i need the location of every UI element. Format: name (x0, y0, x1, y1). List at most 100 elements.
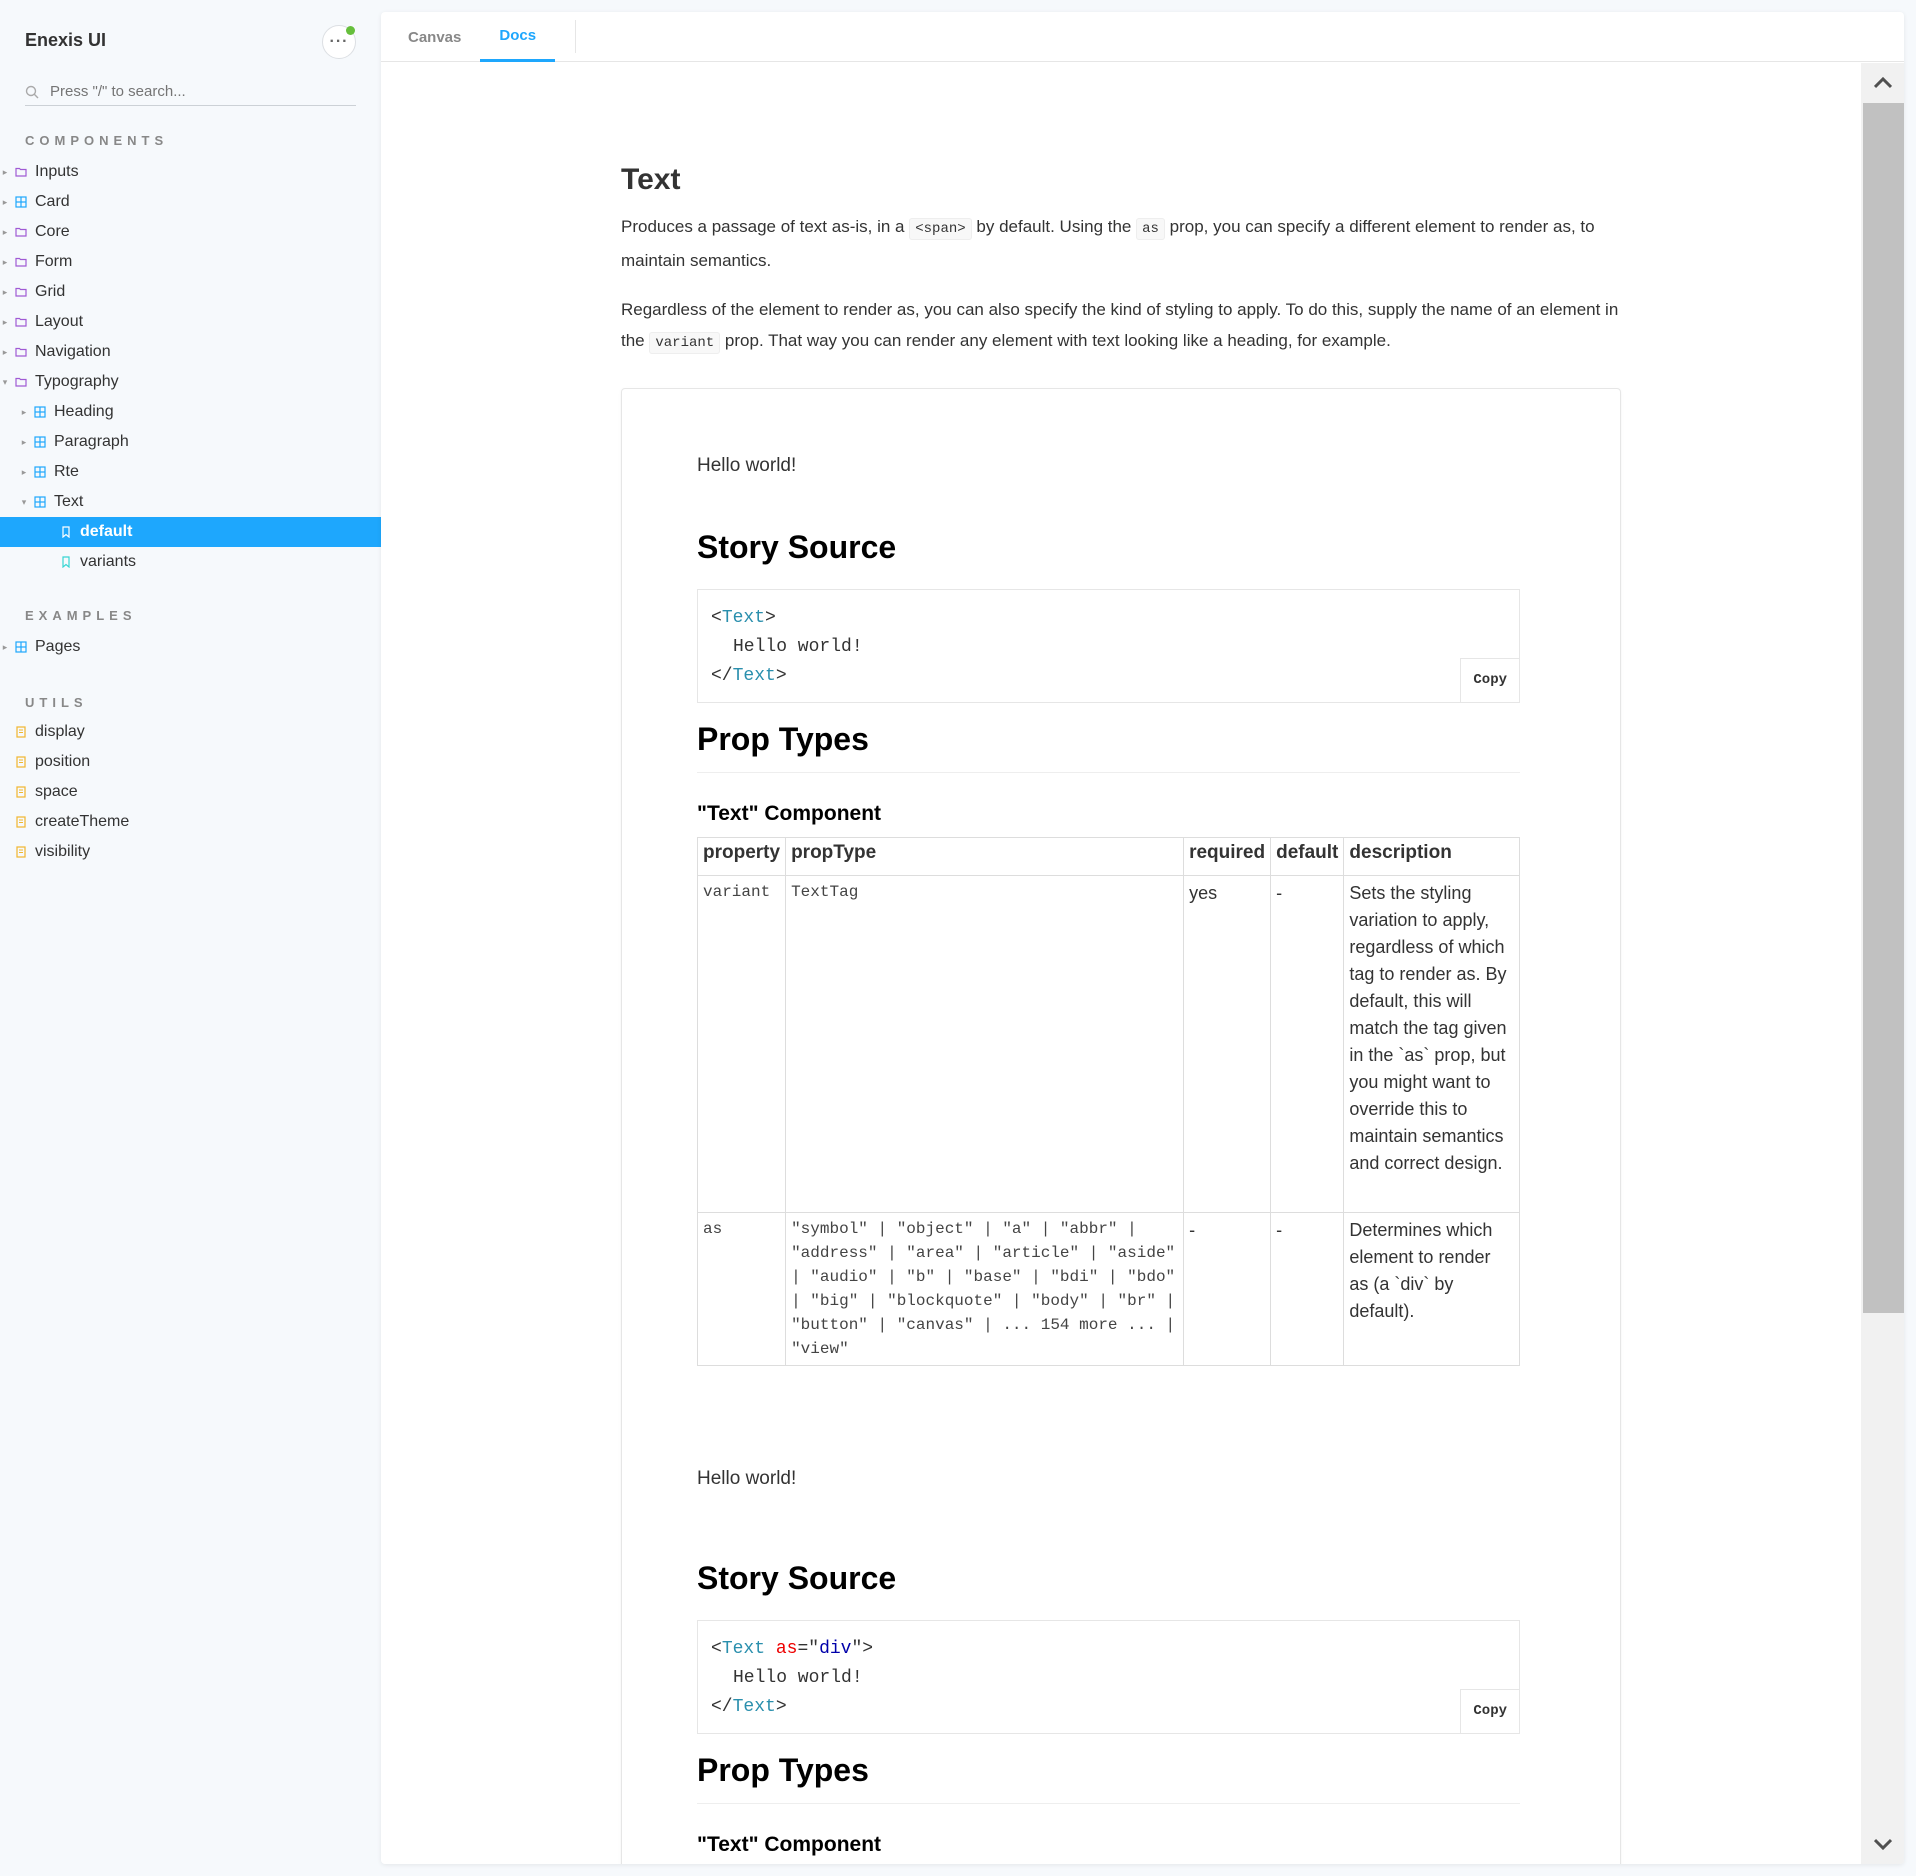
scroll-up-icon[interactable] (1861, 63, 1904, 103)
code-line: </Text> (711, 662, 1506, 691)
cell-description: Determines which element to render as (a… (1343, 1212, 1520, 1366)
caret-down-icon: ▾ (2, 376, 8, 387)
code-value: div (819, 1639, 852, 1659)
story-preview-block: Hello world! Story Source <Text> Hello w… (621, 388, 1621, 1864)
search-icon (25, 85, 39, 98)
code-line: <Text as="div"> (711, 1635, 1506, 1664)
component-heading: "Text" Component (697, 1833, 882, 1856)
docs-content: Text Produces a passage of text as-is, i… (381, 63, 1861, 1864)
document-icon (16, 816, 26, 828)
sidebar-item-form[interactable]: ▸ Form (0, 247, 381, 277)
folder-icon (15, 167, 27, 177)
column-header: required (1183, 837, 1272, 876)
sidebar-story-variants[interactable]: variants (0, 547, 381, 577)
scrollbar[interactable] (1861, 63, 1904, 1864)
prop-types-heading: Prop Types (697, 721, 1520, 773)
column-header: default (1270, 837, 1345, 876)
caret-right-icon: ▸ (2, 286, 8, 297)
sidebar-item-label: space (35, 783, 78, 800)
inline-code-variant: variant (649, 332, 721, 354)
brand-title[interactable]: Enexis UI (25, 30, 106, 51)
sidebar-item-label: Inputs (35, 163, 79, 180)
section-title-components: COMPONENTS (25, 133, 169, 148)
table-row: variant TextTag yes - Sets the styling v… (696, 875, 1520, 1213)
cell-description: Sets the styling variation to apply, reg… (1343, 875, 1520, 1213)
sidebar-item-label: Layout (35, 313, 84, 330)
sidebar-item-paragraph[interactable]: ▸ Paragraph (0, 427, 381, 457)
sidebar-item-inputs[interactable]: ▸ Inputs (0, 157, 381, 187)
sidebar-item-grid[interactable]: ▸ Grid (0, 277, 381, 307)
intro-paragraph: Produces a passage of text as-is, in a <… (621, 211, 1621, 277)
sidebar-item-createtheme[interactable]: createTheme (0, 807, 381, 837)
main-panel: Canvas Docs Text Produces a passage of t… (381, 12, 1904, 1864)
code-token: > (765, 608, 776, 628)
caret-down-icon: ▾ (21, 496, 27, 507)
code-token: </ (711, 666, 733, 686)
intro-text: by default. Using the (976, 217, 1132, 236)
sidebar-item-typography[interactable]: ▾ Typography (0, 367, 381, 397)
sidebar-item-rte[interactable]: ▸ Rte (0, 457, 381, 487)
document-icon (16, 786, 26, 798)
scroll-down-icon[interactable] (1861, 1824, 1904, 1864)
sidebar-item-navigation[interactable]: ▸ Navigation (0, 337, 381, 367)
cell-required: yes (1183, 875, 1272, 1213)
copy-button[interactable]: Copy (1460, 658, 1519, 702)
folder-icon (15, 377, 27, 387)
search-input[interactable] (50, 83, 330, 100)
sidebar-item-text[interactable]: ▾ Text (0, 487, 381, 517)
sidebar-item-label: visibility (35, 843, 91, 860)
sidebar-item-layout[interactable]: ▸ Layout (0, 307, 381, 337)
cell-default: - (1270, 875, 1345, 1213)
bookmark-icon (62, 526, 70, 538)
section-title-utils: UTILS (25, 695, 88, 710)
caret-right-icon: ▸ (2, 196, 8, 207)
code-line: <Text> (711, 604, 1506, 633)
code-tag: Text (732, 1697, 776, 1717)
sidebar-item-card[interactable]: ▸ Card (0, 187, 381, 217)
sidebar-item-label: variants (80, 553, 137, 570)
menu-button[interactable]: ··· (322, 25, 356, 59)
tab-canvas[interactable]: Canvas (389, 12, 480, 62)
scrollbar-thumb[interactable] (1863, 103, 1904, 1313)
sidebar-item-label: display (35, 723, 85, 740)
ellipsis-icon: ··· (329, 33, 349, 50)
sidebar-story-default[interactable]: default (0, 517, 381, 547)
code-token: "> (851, 1639, 874, 1659)
sidebar-item-label: Heading (54, 403, 114, 420)
sidebar-item-display[interactable]: display (0, 717, 381, 747)
code-block: <Text as="div"> Hello world! </Text> Cop… (697, 1620, 1520, 1734)
cell-default: - (1270, 1212, 1345, 1366)
column-header: propType (785, 837, 1185, 876)
story-output-text: Hello world! (697, 1468, 797, 1489)
code-token: > (775, 1697, 787, 1717)
folder-icon (15, 317, 27, 327)
sidebar-item-visibility[interactable]: visibility (0, 837, 381, 867)
caret-right-icon: ▸ (2, 226, 8, 237)
sidebar-item-pages[interactable]: ▸ Pages (0, 632, 381, 662)
sidebar-item-label: Form (35, 253, 73, 270)
sidebar-item-label: createTheme (35, 813, 130, 830)
code-token: > (775, 666, 787, 686)
story-source-heading: Story Source (697, 529, 897, 565)
code-line: Hello world! (733, 637, 863, 657)
sidebar-item-space[interactable]: space (0, 777, 381, 807)
copy-button[interactable]: Copy (1460, 1689, 1519, 1733)
story-output-text: Hello world! (697, 455, 797, 476)
search-bar (25, 78, 356, 106)
story-source-heading: Story Source (697, 1560, 897, 1596)
tab-docs[interactable]: Docs (480, 12, 556, 62)
sidebar-item-label: Paragraph (54, 433, 129, 450)
code-block: <Text> Hello world! </Text> Copy (697, 589, 1520, 703)
prop-types-heading: Prop Types (697, 1752, 1520, 1804)
document-icon (16, 756, 26, 768)
sidebar-item-position[interactable]: position (0, 747, 381, 777)
sidebar-item-core[interactable]: ▸ Core (0, 217, 381, 247)
intro-paragraph-2: Regardless of the element to render as, … (621, 294, 1621, 359)
table-header-row: property propType required default descr… (696, 837, 1520, 876)
sidebar-item-heading[interactable]: ▸ Heading (0, 397, 381, 427)
component-icon (34, 406, 46, 418)
component-icon (34, 496, 46, 508)
sidebar: Enexis UI ··· COMPONENTS ▸ Inputs ▸ Card… (0, 0, 381, 1876)
code-line: </Text> (711, 1693, 1506, 1722)
cell-property: variant (696, 875, 787, 1213)
